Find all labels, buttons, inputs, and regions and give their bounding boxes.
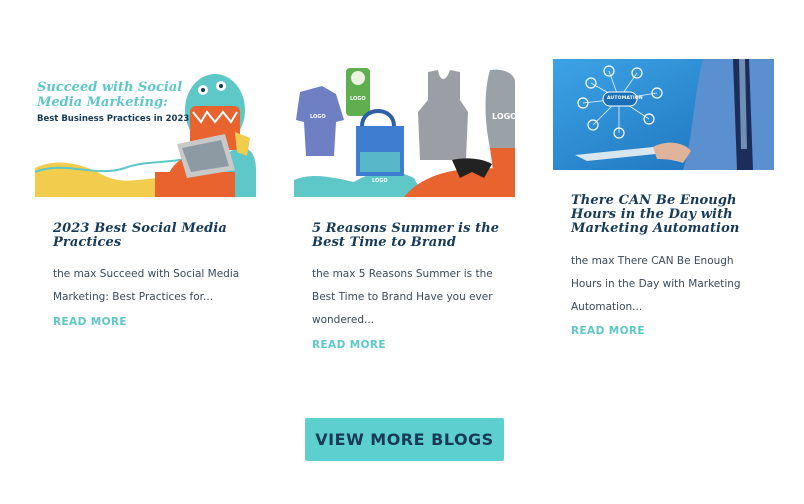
post-excerpt: the max 5 Reasons Summer is the Best Tim… bbox=[312, 268, 493, 326]
post-excerpt: the max There CAN Be Enough Hours in the… bbox=[571, 255, 741, 313]
post-title[interactable]: There CAN Be Enough Hours in the Day wit… bbox=[571, 194, 761, 236]
thumbnail-headline: Succeed with Social Media Marketing: bbox=[37, 80, 183, 110]
post-excerpt: the max Succeed with Social Media Market… bbox=[53, 268, 240, 303]
read-more-link[interactable]: READ MORE bbox=[571, 325, 645, 337]
view-more-blogs-button[interactable]: VIEW MORE BLOGS bbox=[305, 418, 504, 461]
thumbnail-subheadline: Best Business Practices in 2023 bbox=[37, 114, 190, 124]
automation-network-illustration bbox=[553, 59, 774, 170]
automation-label: AUTOMATION bbox=[607, 96, 643, 101]
logo-badge: LOGO bbox=[492, 112, 515, 121]
post-thumbnail[interactable]: Succeed with Social Media Marketing: Bes… bbox=[35, 60, 256, 197]
logo-badge: LOGO bbox=[310, 114, 326, 120]
logo-badge: LOGO bbox=[350, 96, 366, 102]
read-more-link[interactable]: READ MORE bbox=[53, 316, 127, 328]
read-more-link[interactable]: READ MORE bbox=[312, 339, 386, 351]
branded-products-illustration bbox=[294, 60, 515, 197]
post-thumbnail[interactable]: AUTOMATION bbox=[553, 59, 774, 170]
logo-badge: LOGO bbox=[372, 178, 388, 184]
post-title[interactable]: 2023 Best Social Media Practices bbox=[53, 222, 243, 250]
post-thumbnail[interactable]: LOGO LOGO LOGO LOGO bbox=[294, 60, 515, 197]
post-title[interactable]: 5 Reasons Summer is the Best Time to Bra… bbox=[312, 222, 507, 250]
